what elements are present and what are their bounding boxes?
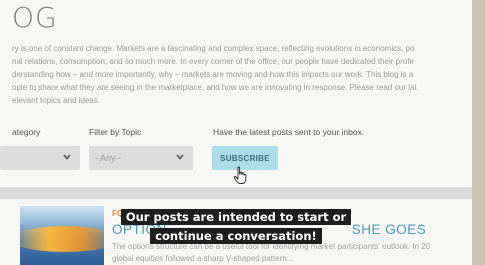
hand-cursor-icon xyxy=(233,166,247,184)
intro-line: elevant topics and ideas. xyxy=(12,96,101,105)
post-tag[interactable]: FQ xyxy=(112,209,123,218)
chevron-down-icon xyxy=(63,154,71,160)
category-filter-label: ategory xyxy=(12,127,41,137)
subscribe-prompt: Have the latest posts sent to your inbox… xyxy=(213,127,365,137)
category-select[interactable] xyxy=(0,146,80,170)
page-content: OG ry is one of constant change. Markets… xyxy=(0,0,472,265)
intro-line: ry is one of constant change. Markets ar… xyxy=(12,44,415,53)
topic-select-value: - Any - xyxy=(95,153,122,163)
intro-text: ry is one of constant change. Markets ar… xyxy=(12,42,467,107)
intro-line: ople to share what they are seeing in th… xyxy=(12,83,417,92)
intro-line: derstanding how – and more importantly, … xyxy=(12,70,414,79)
chevron-down-icon xyxy=(176,154,184,160)
post-title-end: SHE GOES xyxy=(351,222,427,237)
post-title[interactable]: OPTION SHE GOES xyxy=(112,222,426,237)
topic-select[interactable]: - Any - xyxy=(89,146,193,170)
intro-line: nal relations, consumption, and so much … xyxy=(12,57,414,66)
post-excerpt: The options structure can be a useful to… xyxy=(112,241,472,265)
page-title: OG xyxy=(12,1,58,34)
section-divider xyxy=(0,187,472,199)
excerpt-line: global equities followed a sharp V-shape… xyxy=(112,254,294,263)
post-thumbnail[interactable] xyxy=(20,206,104,265)
excerpt-line: The options structure can be a useful to… xyxy=(112,242,431,251)
post-title-start: OPTION xyxy=(112,222,167,237)
topic-filter-label: Filter by Topic xyxy=(89,127,142,137)
